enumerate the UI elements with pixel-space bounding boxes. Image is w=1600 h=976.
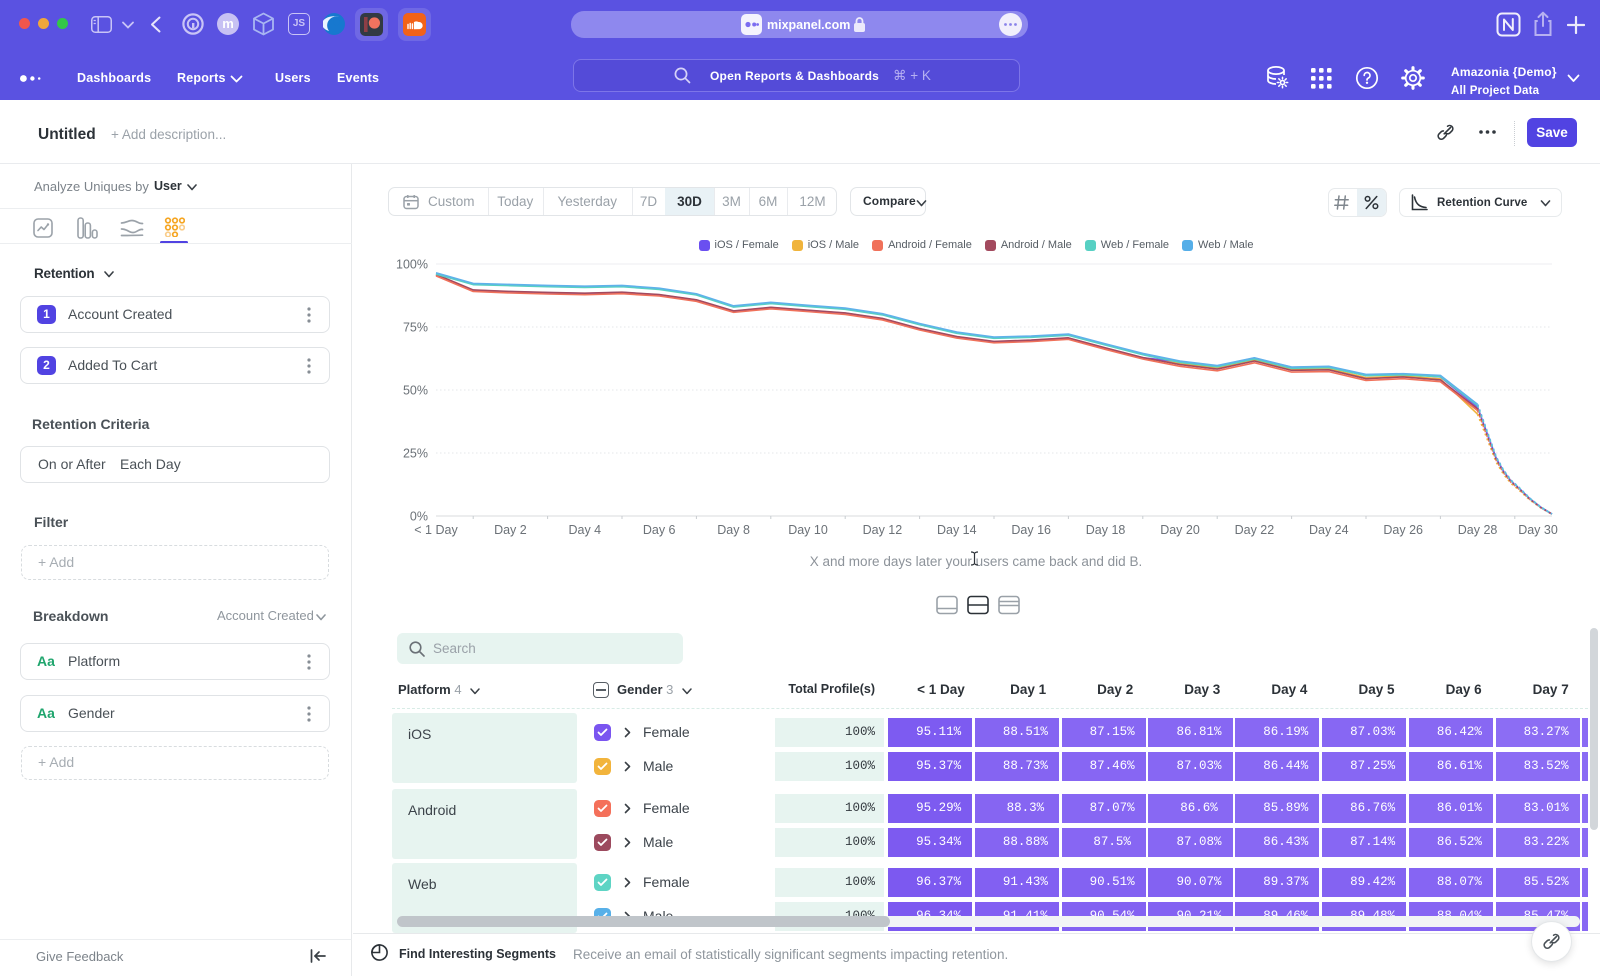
svg-text:Day 14: Day 14 — [937, 523, 977, 537]
svg-text:Day 6: Day 6 — [643, 523, 676, 537]
svg-text:Day 28: Day 28 — [1458, 523, 1498, 537]
svg-text:Day 2: Day 2 — [494, 523, 527, 537]
svg-text:25%: 25% — [403, 447, 428, 461]
svg-text:< 1 Day: < 1 Day — [414, 523, 458, 537]
svg-text:Day 20: Day 20 — [1160, 523, 1200, 537]
svg-text:Day 22: Day 22 — [1235, 523, 1275, 537]
svg-text:Day 26: Day 26 — [1383, 523, 1423, 537]
svg-text:Day 12: Day 12 — [863, 523, 903, 537]
svg-text:75%: 75% — [403, 321, 428, 335]
svg-text:Day 10: Day 10 — [788, 523, 828, 537]
svg-text:Day 16: Day 16 — [1011, 523, 1051, 537]
svg-text:Day 24: Day 24 — [1309, 523, 1349, 537]
svg-text:Day 4: Day 4 — [568, 523, 601, 537]
svg-text:50%: 50% — [403, 384, 428, 398]
svg-text:Day 18: Day 18 — [1086, 523, 1126, 537]
svg-text:Day 30: Day 30 — [1518, 523, 1558, 537]
svg-text:100%: 100% — [396, 258, 428, 272]
svg-text:Day 8: Day 8 — [717, 523, 750, 537]
svg-text:0%: 0% — [410, 510, 428, 524]
